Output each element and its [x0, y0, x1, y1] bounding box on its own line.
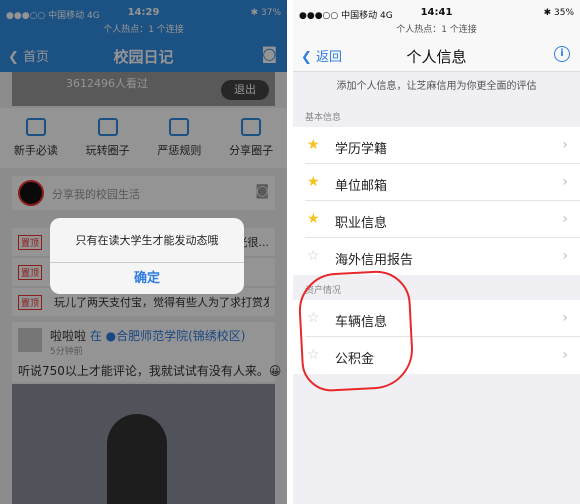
clock: 14:41	[420, 7, 453, 18]
star-filled-icon: ★	[307, 137, 320, 153]
info-icon[interactable]: i	[554, 46, 570, 62]
row-occupation[interactable]: ★ 职业信息 ›	[305, 201, 580, 238]
chevron-right-icon: ›	[562, 137, 568, 153]
chevron-right-icon: ›	[562, 174, 568, 190]
row-label: 职业信息	[335, 216, 388, 231]
confirm-button[interactable]: 确定	[50, 262, 244, 294]
star-filled-icon: ★	[307, 174, 320, 190]
chevron-right-icon: ›	[562, 211, 568, 227]
basic-info-list: ★ 学历学籍 › ★ 单位邮箱 › ★ 职业信息 › ☆ 海外信用报告 ›	[293, 127, 580, 275]
hint-text: 添加个人信息，让芝麻信用为你更全面的评估	[336, 81, 537, 92]
alert-dialog: 只有在读大学生才能发动态哦 确定	[50, 218, 244, 294]
row-label: 学历学籍	[335, 142, 388, 157]
row-overseas-credit[interactable]: ☆ 海外信用报告 ›	[305, 238, 580, 275]
row-label: 海外信用报告	[335, 253, 414, 268]
status-bar: ●●●○○ 中国移动 4G 14:41 ✱ 35% 个人热点：1 个连接	[293, 0, 580, 36]
star-filled-icon: ★	[307, 211, 320, 227]
battery: ✱ 35%	[543, 8, 574, 18]
dialog-message: 只有在读大学生才能发动态哦	[75, 234, 219, 247]
star-outline-icon: ☆	[307, 248, 320, 264]
nav-bar: ❮ 返回 个人信息 i	[293, 36, 580, 72]
left-screen: ●●●○○ 中国移动 4G 14:29 ✱ 37% 个人热点：1 个连接 ❮ 首…	[0, 0, 287, 504]
chevron-right-icon: ›	[562, 248, 568, 264]
right-screen: ●●●○○ 中国移动 4G 14:41 ✱ 35% 个人热点：1 个连接 ❮ 返…	[293, 0, 580, 504]
hotspot-banner[interactable]: 个人热点：1 个连接	[293, 22, 580, 35]
section-title: 基本信息	[305, 113, 342, 123]
chevron-right-icon: ›	[562, 310, 568, 326]
page-title: 个人信息	[406, 48, 467, 66]
chevron-right-icon: ›	[562, 347, 568, 363]
red-annotation-circle	[296, 269, 416, 393]
row-label: 单位邮箱	[335, 179, 388, 194]
row-education[interactable]: ★ 学历学籍 ›	[305, 127, 580, 164]
row-work-email[interactable]: ★ 单位邮箱 ›	[305, 164, 580, 201]
